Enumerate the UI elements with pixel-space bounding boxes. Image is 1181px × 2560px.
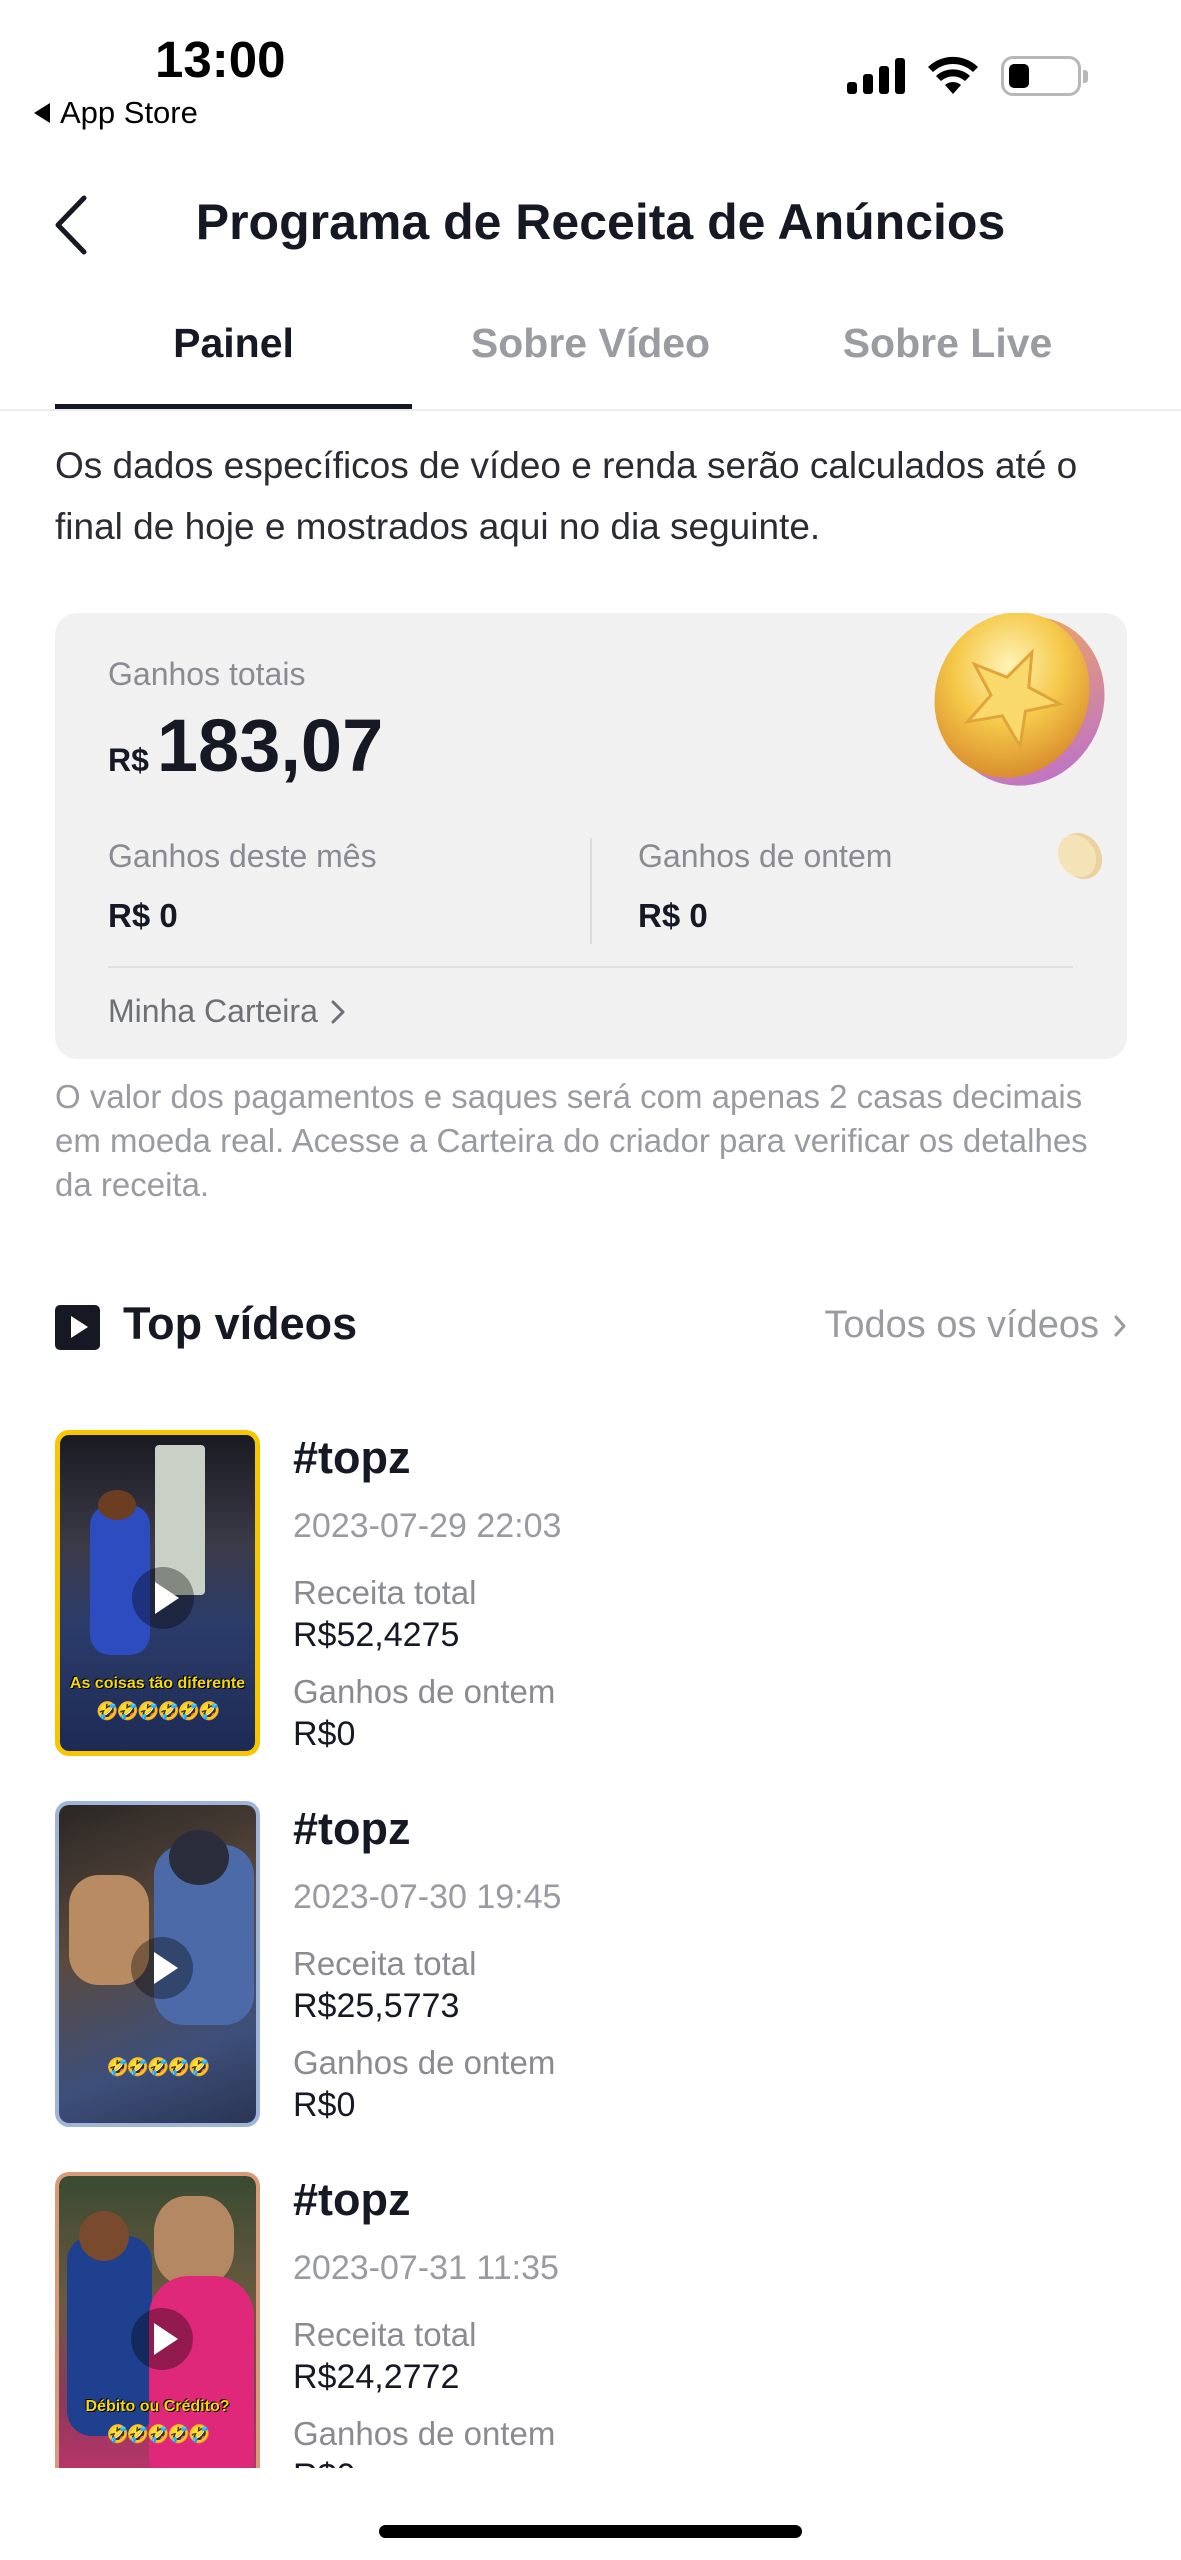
video-title: #topz xyxy=(293,1803,411,1854)
total-revenue-label: Receita total xyxy=(293,1574,477,1611)
status-icons xyxy=(847,56,1088,96)
yesterday-earnings-label: Ganhos de ontem xyxy=(293,2044,556,2081)
video-title: #topz xyxy=(293,1432,411,1483)
total-earnings-value: 183,07 xyxy=(156,704,384,787)
thumbnail-emojis: 🤣🤣🤣🤣🤣 xyxy=(106,2057,210,2077)
month-earnings: Ganhos deste mês R$ 0 xyxy=(108,838,377,935)
video-thumbnail[interactable]: As coisas tão diferente 🤣🤣🤣🤣🤣🤣 xyxy=(55,1430,260,1756)
screen: 13:00 App Store Programa de Receita de A… xyxy=(0,0,1181,2560)
signal-icon xyxy=(847,58,905,94)
yesterday-earnings-value: R$0 xyxy=(293,2086,356,2124)
yesterday-earnings-label: Ganhos de ontem xyxy=(638,838,893,874)
total-revenue-value: R$24,2772 xyxy=(293,2358,460,2396)
total-currency: R$ xyxy=(108,742,149,778)
video-thumbnail[interactable]: Débito ou Crédito? 🤣🤣🤣🤣🤣 xyxy=(55,2172,260,2498)
small-coin-icon xyxy=(1057,832,1103,880)
thumbnail-caption: As coisas tão diferente xyxy=(69,1675,246,1692)
video-list-item[interactable]: As coisas tão diferente 🤣🤣🤣🤣🤣🤣 #topz 202… xyxy=(55,1430,1127,1760)
yesterday-earnings-label: Ganhos de ontem xyxy=(293,2415,556,2452)
back-triangle-icon xyxy=(34,103,50,123)
all-videos-link[interactable]: Todos os vídeos xyxy=(824,1304,1127,1347)
bottom-safe-area xyxy=(0,2468,1181,2560)
page-title: Programa de Receita de Anúncios xyxy=(195,194,1006,250)
column-divider xyxy=(590,838,592,944)
thumbnail-emojis: 🤣🤣🤣🤣🤣 xyxy=(106,2424,210,2444)
back-app-label: App Store xyxy=(60,95,198,130)
tab-painel[interactable]: Painel xyxy=(55,320,412,401)
video-date: 2023-07-29 22:03 xyxy=(293,1507,562,1545)
top-videos-title: Top vídeos xyxy=(123,1298,358,1349)
chevron-right-icon xyxy=(331,1000,345,1023)
wifi-icon xyxy=(928,56,978,94)
chevron-right-icon xyxy=(1114,1315,1126,1336)
my-wallet-label: Minha Carteira xyxy=(108,993,318,1029)
month-earnings-label: Ganhos deste mês xyxy=(108,838,377,874)
yesterday-earnings: Ganhos de ontem R$ 0 xyxy=(638,838,892,935)
thumbnail-emojis: 🤣🤣🤣🤣🤣🤣 xyxy=(96,1701,220,1721)
yesterday-earnings-value: R$0 xyxy=(293,1715,356,1753)
total-revenue-label: Receita total xyxy=(293,1945,477,1982)
gold-coin-icon xyxy=(934,613,1105,786)
video-play-icon xyxy=(55,1305,100,1350)
status-time: 13:00 xyxy=(155,31,286,88)
payment-note: O valor dos pagamentos e saques será com… xyxy=(55,1078,1088,1203)
total-revenue-value: R$25,5773 xyxy=(293,1987,460,2025)
total-earnings: R$ 183,07 xyxy=(108,703,383,788)
intro-text: Os dados específicos de vídeo e renda se… xyxy=(55,445,1078,547)
card-divider xyxy=(108,966,1073,968)
home-indicator[interactable] xyxy=(379,2525,802,2538)
video-date: 2023-07-30 19:45 xyxy=(293,1878,562,1916)
video-list-item[interactable]: 🤣🤣🤣🤣🤣 #topz 2023-07-30 19:45 Receita tot… xyxy=(55,1801,1127,2131)
tab-sobre-video[interactable]: Sobre Vídeo xyxy=(412,320,769,401)
video-thumbnail[interactable]: 🤣🤣🤣🤣🤣 xyxy=(55,1801,260,2127)
battery-icon xyxy=(1001,56,1088,96)
yesterday-earnings-value: R$ 0 xyxy=(638,897,708,934)
top-videos-header: Top vídeos Todos os vídeos xyxy=(55,1295,1127,1355)
tabs-divider xyxy=(0,409,1181,411)
month-earnings-value: R$ 0 xyxy=(108,897,178,934)
tab-sobre-live[interactable]: Sobre Live xyxy=(769,320,1126,401)
all-videos-label: Todos os vídeos xyxy=(824,1304,1099,1346)
earnings-card: Ganhos totais R$ 183,07 Ganhos deste mês… xyxy=(55,613,1127,1059)
video-date: 2023-07-31 11:35 xyxy=(293,2249,559,2287)
tab-bar: Painel Sobre Vídeo Sobre Live xyxy=(55,320,1127,401)
play-icon xyxy=(131,2308,193,2370)
back-to-app-store[interactable]: App Store xyxy=(34,95,198,131)
total-revenue-value: R$52,4275 xyxy=(293,1616,460,1654)
total-earnings-label: Ganhos totais xyxy=(108,656,306,692)
total-revenue-label: Receita total xyxy=(293,2316,477,2353)
play-icon xyxy=(131,1937,193,1999)
yesterday-earnings-label: Ganhos de ontem xyxy=(293,1673,556,1710)
thumbnail-caption: Débito ou Crédito? xyxy=(85,2398,230,2415)
play-icon xyxy=(132,1567,194,1629)
my-wallet-link[interactable]: Minha Carteira xyxy=(108,993,346,1030)
video-list-item[interactable]: Débito ou Crédito? 🤣🤣🤣🤣🤣 #topz 2023-07-3… xyxy=(55,2172,1127,2502)
video-title: #topz xyxy=(293,2174,411,2225)
